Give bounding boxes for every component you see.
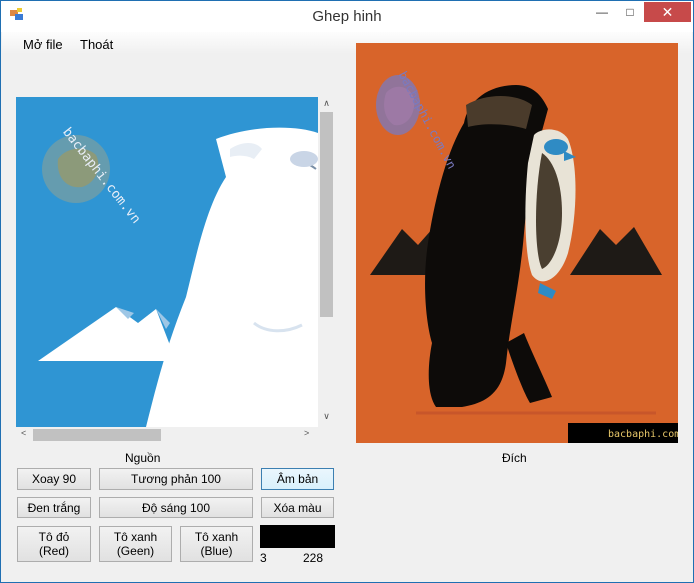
rotate-90-button[interactable]: Xoay 90 — [17, 468, 91, 490]
clear-color-button[interactable]: Xóa màu — [261, 497, 334, 518]
menu-open-file[interactable]: Mở file — [23, 37, 63, 52]
color-preview-box — [260, 525, 335, 548]
color-value-right: 228 — [303, 551, 324, 565]
scroll-left-icon[interactable]: < — [21, 428, 26, 438]
negative-button[interactable]: Âm bản — [261, 468, 334, 490]
brightness-button[interactable]: Độ sáng 100 — [99, 497, 253, 518]
horizontal-scroll-thumb[interactable] — [33, 429, 161, 441]
red-tint-button[interactable]: Tô đỏ (Red) — [17, 526, 91, 562]
destination-watermark-bottom: bacbaphi.com.vn — [608, 429, 678, 440]
destination-image — [356, 43, 678, 443]
black-white-button[interactable]: Đen trắng — [17, 497, 91, 518]
scroll-right-icon[interactable]: > — [304, 428, 309, 438]
red-tint-label-1: Tô đỏ — [38, 530, 70, 544]
scroll-up-icon[interactable]: ∧ — [318, 98, 335, 109]
scroll-down-icon[interactable]: ∨ — [318, 411, 335, 422]
title-bar: Ghep hinh — □ ✕ — [1, 1, 693, 32]
source-picture[interactable]: bacbaphi.com.vn — [16, 97, 318, 427]
minimize-button[interactable]: — — [588, 2, 616, 22]
maximize-button[interactable]: □ — [616, 2, 644, 22]
destination-picture[interactable]: bacbaphi.com.vn bacbaphi.com.vn — [356, 43, 678, 443]
source-label: Nguồn — [125, 451, 161, 465]
blue-tint-label-2: (Blue) — [200, 544, 233, 558]
blue-tint-button[interactable]: Tô xanh (Blue) — [180, 526, 253, 562]
source-vertical-scrollbar[interactable]: ∧ ∨ — [318, 97, 335, 427]
source-image — [16, 97, 318, 427]
green-tint-label-1: Tô xanh — [113, 530, 158, 544]
color-value-left: 3 — [260, 551, 267, 565]
green-tint-label-2: (Geen) — [116, 544, 155, 558]
menu-exit[interactable]: Thoát — [80, 37, 113, 52]
contrast-button[interactable]: Tương phản 100 — [99, 468, 253, 490]
green-tint-button[interactable]: Tô xanh (Geen) — [99, 526, 172, 562]
app-window: Ghep hinh — □ ✕ Mở file Thoát bacbaphi.c… — [0, 0, 694, 583]
red-tint-label-2: (Red) — [38, 544, 69, 558]
blue-tint-label-1: Tô xanh — [194, 530, 239, 544]
destination-label: Đích — [502, 451, 527, 465]
close-button[interactable]: ✕ — [644, 2, 691, 22]
vertical-scroll-thumb[interactable] — [320, 112, 333, 317]
source-horizontal-scrollbar[interactable]: < > — [16, 427, 318, 443]
